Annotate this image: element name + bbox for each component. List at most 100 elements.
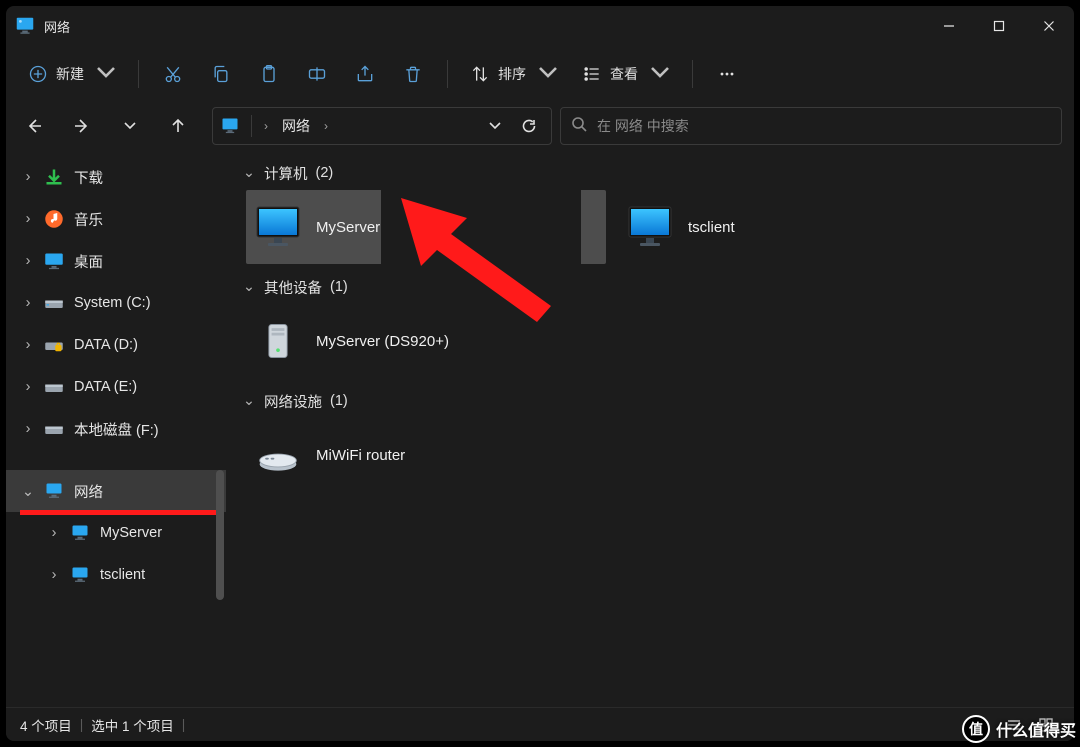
view-button-label: 查看 [610, 64, 638, 84]
nas-icon [254, 317, 302, 365]
explorer-window: 网络 新建 [6, 6, 1074, 741]
chevron-right-icon[interactable]: › [22, 169, 34, 185]
sidebar-item-label: MyServer [100, 525, 162, 541]
chevron-right-icon[interactable]: › [322, 119, 330, 133]
scrollbar-thumb[interactable] [216, 470, 224, 600]
sidebar-item-label: tsclient [100, 567, 145, 583]
chevron-down-icon [538, 62, 558, 87]
sidebar-item-label: DATA (D:) [74, 337, 138, 353]
status-selected-count: 选中 1 个项目 [91, 715, 174, 735]
sidebar-item-drive-f[interactable]: › 本地磁盘 (F:) [6, 408, 226, 450]
chevron-down-icon: ⌄ [242, 393, 256, 409]
sidebar-item-network[interactable]: ⌄ 网络 [6, 470, 226, 512]
chevron-down-icon: ⌄ [242, 165, 256, 181]
item-label: MyServer (DS920+) [316, 333, 449, 350]
chevron-right-icon[interactable]: › [22, 211, 34, 227]
item-label: MiWiFi router [316, 447, 405, 464]
group-header-other-devices[interactable]: ⌄ 其他设备 (1) [238, 270, 1062, 304]
group-label: 计算机 [264, 163, 308, 184]
chevron-right-icon[interactable]: › [22, 295, 34, 311]
sort-button[interactable]: 排序 [460, 54, 568, 94]
sidebar-item-music[interactable]: › 音乐 [6, 198, 226, 240]
address-dropdown-button[interactable] [479, 110, 511, 142]
network-icon [219, 115, 241, 137]
chevron-down-icon [96, 62, 116, 87]
copy-button[interactable] [199, 54, 243, 94]
search-placeholder: 在 网络 中搜索 [597, 116, 689, 136]
watermark: 值 什么值得买 [962, 715, 1076, 743]
group-header-network-infra[interactable]: ⌄ 网络设施 (1) [238, 384, 1062, 418]
status-bar: 4 个项目 | 选中 1 个项目 | [6, 707, 1074, 741]
group-count: (1) [330, 393, 348, 409]
nav-forward-button[interactable] [62, 106, 102, 146]
network-title-icon [14, 15, 36, 37]
new-button[interactable]: 新建 [18, 54, 126, 94]
watermark-text: 什么值得买 [996, 717, 1076, 741]
search-input[interactable]: 在 网络 中搜索 [560, 107, 1062, 145]
maximize-button[interactable] [974, 6, 1024, 46]
chevron-right-icon[interactable]: › [262, 119, 270, 133]
chevron-right-icon[interactable]: › [48, 567, 60, 583]
search-icon [571, 116, 587, 137]
chevron-down-icon[interactable]: ⌄ [22, 484, 34, 500]
minimize-button[interactable] [924, 6, 974, 46]
item-computer-myserver[interactable]: MyServer [246, 190, 606, 264]
cut-button[interactable] [151, 54, 195, 94]
chevron-right-icon[interactable]: › [22, 421, 34, 437]
separator [447, 60, 448, 88]
sidebar-item-myserver[interactable]: › MyServer [6, 512, 226, 554]
body: › 下载 › 音乐 › [6, 150, 1074, 707]
chevron-right-icon[interactable]: › [22, 253, 34, 269]
toolbar: 新建 排序 查看 [6, 46, 1074, 102]
status-item-count: 4 个项目 [20, 715, 72, 735]
paste-button[interactable] [247, 54, 291, 94]
sidebar-item-label: 桌面 [74, 251, 103, 272]
close-button[interactable] [1024, 6, 1074, 46]
separator [138, 60, 139, 88]
sidebar-item-label: 音乐 [74, 209, 103, 230]
watermark-badge: 值 [962, 715, 990, 743]
item-computer-tsclient[interactable]: tsclient [618, 190, 938, 264]
separator [692, 60, 693, 88]
sidebar-item-downloads[interactable]: › 下载 [6, 156, 226, 198]
content-pane: ⌄ 计算机 (2) MyServer [226, 150, 1074, 707]
titlebar: 网络 [6, 6, 1074, 46]
separator: | [80, 717, 84, 732]
drive-icon [44, 377, 64, 397]
downloads-icon [44, 167, 64, 187]
group-count: (1) [330, 279, 348, 295]
desktop-icon [44, 251, 64, 271]
sidebar-item-tsclient[interactable]: › tsclient [6, 554, 226, 596]
item-router[interactable]: MiWiFi router [246, 418, 606, 492]
delete-button[interactable] [391, 54, 435, 94]
router-icon [254, 431, 302, 479]
group-header-computers[interactable]: ⌄ 计算机 (2) [238, 156, 1062, 190]
sidebar-item-desktop[interactable]: › 桌面 [6, 240, 226, 282]
nav-back-button[interactable] [14, 106, 54, 146]
drive-icon [44, 293, 64, 313]
sidebar-item-label: System (C:) [74, 295, 151, 311]
sidebar: › 下载 › 音乐 › [6, 150, 226, 707]
group-label: 其他设备 [264, 277, 322, 298]
nav-recent-button[interactable] [110, 106, 150, 146]
group-label: 网络设施 [264, 391, 322, 412]
sidebar-item-drive-c[interactable]: › System (C:) [6, 282, 226, 324]
rename-button[interactable] [295, 54, 339, 94]
computer-icon [254, 203, 302, 251]
address-bar[interactable]: › 网络 › [212, 107, 552, 145]
refresh-button[interactable] [513, 110, 545, 142]
chevron-down-icon [650, 62, 670, 87]
chevron-down-icon: ⌄ [242, 279, 256, 295]
more-button[interactable] [705, 54, 749, 94]
sidebar-item-drive-d[interactable]: › DATA (D:) [6, 324, 226, 366]
sidebar-item-drive-e[interactable]: › DATA (E:) [6, 366, 226, 408]
item-device-nas[interactable]: MyServer (DS920+) [246, 304, 606, 378]
chevron-right-icon[interactable]: › [48, 525, 60, 541]
chevron-right-icon[interactable]: › [22, 337, 34, 353]
share-button[interactable] [343, 54, 387, 94]
nav-up-button[interactable] [158, 106, 198, 146]
item-label: tsclient [688, 219, 735, 236]
view-button[interactable]: 查看 [572, 54, 680, 94]
breadcrumb-network[interactable]: 网络 [276, 108, 316, 144]
chevron-right-icon[interactable]: › [22, 379, 34, 395]
